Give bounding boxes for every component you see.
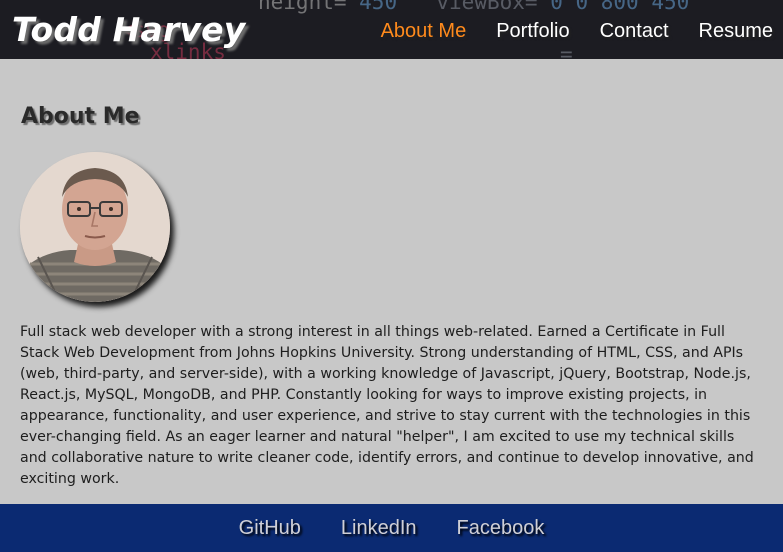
code-text: "0 0 800 450" (537, 0, 702, 14)
code-text: height= (258, 0, 347, 14)
nav-resume[interactable]: Resume (699, 19, 773, 43)
footer-link-facebook[interactable]: Facebook (457, 517, 545, 540)
profile-photo (20, 152, 170, 302)
site-footer: GitHub LinkedIn Facebook (0, 504, 783, 552)
footer-link-linkedin[interactable]: LinkedIn (341, 517, 417, 540)
code-text: "450" (346, 0, 410, 14)
nav-portfolio[interactable]: Portfolio (496, 19, 569, 43)
avatar (20, 152, 170, 302)
nav-about-me[interactable]: About Me (381, 19, 467, 43)
code-text: viewBox= (436, 0, 538, 14)
site-header: height="450" viewBox="0 0 800 450" <svg … (0, 0, 783, 59)
footer-link-github[interactable]: GitHub (239, 517, 301, 540)
main-nav: About Me Portfolio Contact Resume (351, 19, 773, 43)
nav-contact[interactable]: Contact (600, 19, 669, 43)
page-title: About Me (21, 104, 140, 129)
bio-text: Full stack web developer with a strong i… (20, 324, 754, 487)
site-brand[interactable]: Todd Harvey (12, 10, 245, 50)
